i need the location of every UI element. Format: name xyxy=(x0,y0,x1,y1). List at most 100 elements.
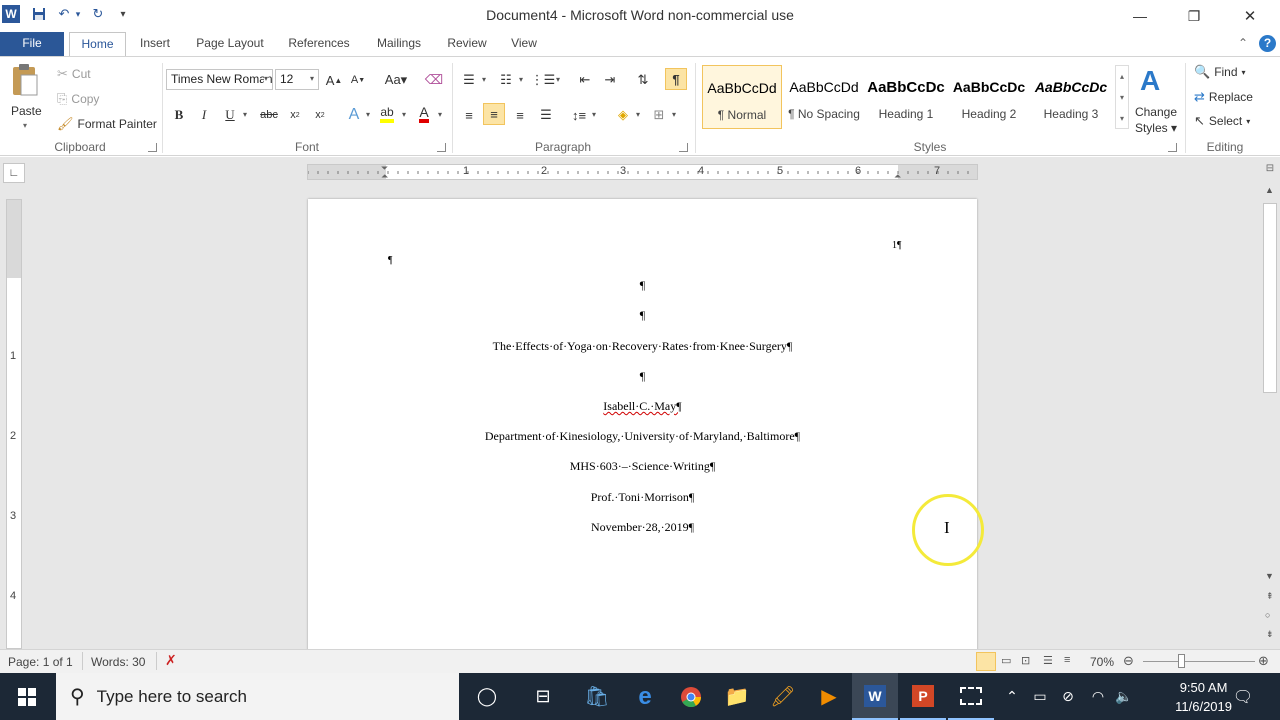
word-taskbar-icon[interactable]: W xyxy=(852,673,898,720)
tab-references[interactable]: References xyxy=(284,32,354,56)
web-layout-icon[interactable]: ⊡ xyxy=(1021,654,1030,667)
tab-file[interactable]: File xyxy=(0,32,64,56)
multilevel-list-icon[interactable]: ⋮☰ xyxy=(531,69,556,91)
clipboard-launcher-icon[interactable] xyxy=(148,143,157,152)
underline-icon[interactable]: U xyxy=(219,104,241,126)
doc-empty-line[interactable]: ¶ xyxy=(308,369,977,384)
next-page-icon[interactable]: ⇟ xyxy=(1266,629,1274,640)
justify-icon[interactable]: ☰ xyxy=(535,104,557,126)
scroll-down-icon[interactable]: ▼ xyxy=(1265,571,1274,581)
tab-view[interactable]: View xyxy=(505,32,543,56)
copy-button[interactable]: ⎘ Copy xyxy=(57,91,99,107)
line-spacing-dropdown-icon[interactable]: ▾ xyxy=(592,110,596,119)
paint-icon[interactable]: 🖍 xyxy=(760,673,806,720)
underline-dropdown-icon[interactable]: ▾ xyxy=(243,110,247,119)
change-styles-button[interactable]: Change Styles ▾ xyxy=(1133,104,1179,136)
align-center-icon[interactable]: ≡ xyxy=(483,103,505,125)
align-left-icon[interactable]: ≡ xyxy=(458,104,480,126)
doc-department[interactable]: Department·of·Kinesiology,·University·of… xyxy=(308,429,977,444)
network-disconnected-icon[interactable]: ⊘ xyxy=(1056,673,1080,720)
superscript-icon[interactable]: x2 xyxy=(309,104,331,126)
doc-empty-line[interactable]: ¶ xyxy=(308,278,977,293)
find-button[interactable]: 🔍 Find ▾ xyxy=(1194,64,1246,80)
minimize-button[interactable]: — xyxy=(1117,0,1163,32)
paste-dropdown-icon[interactable]: ▾ xyxy=(23,121,27,130)
text-effects-dropdown-icon[interactable]: ▾ xyxy=(366,110,370,119)
doc-instructor[interactable]: Prof.·Toni·Morrison¶ xyxy=(308,490,977,505)
scrollbar-thumb[interactable] xyxy=(1263,203,1277,393)
powerpoint-taskbar-icon[interactable]: P xyxy=(900,673,946,720)
taskbar-search-box[interactable]: ⚲ Type here to search xyxy=(56,673,459,720)
bullets-icon[interactable]: ☰ xyxy=(458,69,480,91)
borders-icon[interactable]: ⊞ xyxy=(648,104,670,126)
font-launcher-icon[interactable] xyxy=(437,143,446,152)
tab-selector-button[interactable]: ∟ xyxy=(3,163,25,183)
windows-start-icon[interactable] xyxy=(4,673,50,720)
doc-date[interactable]: November·28,·2019¶ xyxy=(308,520,977,535)
style-heading-3[interactable]: AaBbCcDc Heading 3 xyxy=(1031,65,1111,129)
wifi-icon[interactable]: ◠ xyxy=(1086,673,1110,720)
full-screen-reading-icon[interactable]: ▭ xyxy=(1001,654,1011,667)
shading-dropdown-icon[interactable]: ▾ xyxy=(636,110,640,119)
clear-formatting-icon[interactable]: ⌫ xyxy=(423,69,445,91)
style-normal[interactable]: AaBbCcDd ¶ Normal xyxy=(702,65,782,129)
collapse-ribbon-icon[interactable]: ⌃ xyxy=(1234,32,1252,56)
tab-home[interactable]: Home xyxy=(69,32,126,57)
italic-icon[interactable]: I xyxy=(193,104,215,126)
tab-page-layout[interactable]: Page Layout xyxy=(190,32,270,56)
highlight-icon[interactable]: ab xyxy=(376,103,398,125)
doc-author[interactable]: Isabell·C.·May¶ xyxy=(308,399,977,414)
paragraph-launcher-icon[interactable] xyxy=(679,143,688,152)
page-count[interactable]: Page: 1 of 1 xyxy=(8,655,73,669)
show-formatting-marks-icon[interactable]: ¶ xyxy=(665,68,687,90)
shading-icon[interactable]: ◈ xyxy=(612,104,634,126)
store-icon[interactable]: 🛍 xyxy=(574,673,620,720)
bold-icon[interactable]: B xyxy=(168,104,190,126)
style-heading-1[interactable]: AaBbCcDc Heading 1 xyxy=(866,65,946,129)
bullets-dropdown-icon[interactable]: ▾ xyxy=(482,75,486,84)
print-layout-view-icon[interactable] xyxy=(976,652,996,671)
shrink-font-icon[interactable]: A ▼ xyxy=(347,69,369,91)
style-heading-2[interactable]: AaBbCcDc Heading 2 xyxy=(949,65,1029,129)
scroll-up-icon[interactable]: ▲ xyxy=(1265,185,1274,195)
doc-course[interactable]: MHS·603·–·Science·Writing¶ xyxy=(308,459,977,474)
font-color-dropdown-icon[interactable]: ▾ xyxy=(438,110,442,119)
horizontal-ruler[interactable]: 1 2 3 4 5 6 7 ⏷ ⏶ ⏶ xyxy=(307,163,978,182)
decrease-indent-icon[interactable]: ⇤ xyxy=(574,69,596,91)
help-icon[interactable]: ? xyxy=(1259,35,1276,52)
subscript-icon[interactable]: x2 xyxy=(284,104,306,126)
highlight-dropdown-icon[interactable]: ▾ xyxy=(402,110,406,119)
cortana-icon[interactable]: ◯ xyxy=(464,673,510,720)
browse-object-icon[interactable]: ○ xyxy=(1265,610,1270,620)
tab-insert[interactable]: Insert xyxy=(134,32,176,56)
draft-view-icon[interactable]: ≡ xyxy=(1064,654,1070,666)
font-name-combo[interactable]: Times New Roman xyxy=(166,69,273,90)
align-right-icon[interactable]: ≡ xyxy=(509,104,531,126)
strikethrough-icon[interactable]: abc xyxy=(258,104,280,126)
snipping-tool-icon[interactable] xyxy=(948,673,994,720)
borders-dropdown-icon[interactable]: ▾ xyxy=(672,110,676,119)
grow-font-icon[interactable]: A ▲ xyxy=(323,69,345,91)
sort-icon[interactable]: ⇅ xyxy=(632,69,654,91)
chrome-icon[interactable] xyxy=(668,673,714,720)
zoom-slider-thumb[interactable] xyxy=(1178,654,1185,668)
media-player-icon[interactable]: ▶ xyxy=(806,673,852,720)
system-clock[interactable]: 9:50 AM 11/6/2019 xyxy=(1175,678,1232,716)
zoom-in-icon[interactable]: ⊕ xyxy=(1258,653,1269,669)
outline-view-icon[interactable]: ☰ xyxy=(1043,654,1053,667)
replace-button[interactable]: ⇄ Replace xyxy=(1194,89,1253,105)
select-button[interactable]: ↖ Select ▾ xyxy=(1194,113,1250,129)
edge-icon[interactable]: e xyxy=(622,673,668,720)
font-size-dropdown-icon[interactable]: ▾ xyxy=(310,74,314,83)
doc-title[interactable]: The·Effects·of·Yoga·on·Recovery·Rates·fr… xyxy=(308,339,977,354)
change-case-icon[interactable]: Aa▾ xyxy=(381,69,411,91)
vertical-scrollbar[interactable]: ▲ ▼ ⇞ ○ ⇟ xyxy=(1260,183,1280,649)
right-indent-icon[interactable]: ⏶ xyxy=(894,171,901,182)
show-hidden-icons[interactable]: ⌃ xyxy=(1000,673,1024,720)
line-spacing-icon[interactable]: ↕≡ xyxy=(568,104,590,126)
style-no-spacing[interactable]: AaBbCcDd ¶ No Spacing xyxy=(784,65,864,129)
multilevel-dropdown-icon[interactable]: ▾ xyxy=(556,75,560,84)
doc-empty-line[interactable]: ¶ xyxy=(308,308,977,323)
document-page[interactable]: 1¶ ¶ ¶ ¶ The·Effects·of·Yoga·on·Recovery… xyxy=(308,199,977,659)
task-view-icon[interactable]: ⊟ xyxy=(520,673,566,720)
